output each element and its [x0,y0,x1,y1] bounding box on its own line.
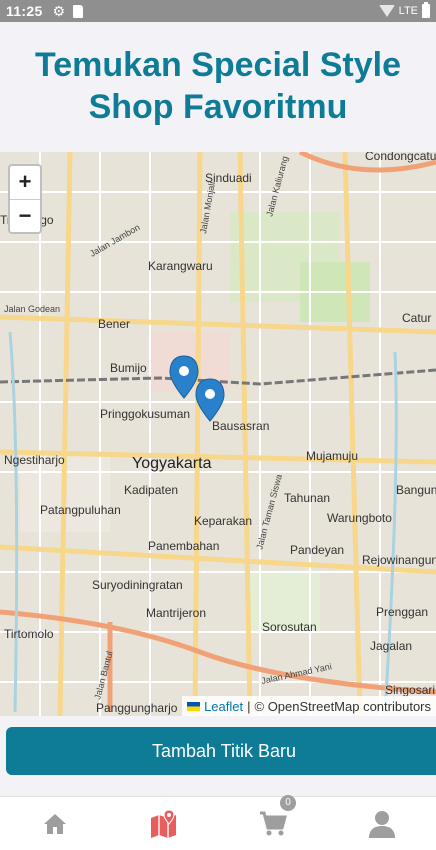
map-label: Bumijo [110,361,147,375]
cart-icon [259,811,287,835]
map-label: Bausasran [212,419,269,433]
settings-icon: ⚙ [52,2,66,19]
map-label: Pandeyan [290,543,344,557]
nav-map[interactable] [109,797,218,850]
map-label-city: Yogyakarta [132,455,212,472]
profile-icon [368,810,395,838]
map-label: Ngestiharjo [4,453,65,467]
map-label: Rejowinangun [362,553,436,567]
nav-home[interactable] [0,797,109,850]
network-type: LTE [398,5,418,17]
battery-icon [422,2,430,18]
zoom-in-button[interactable]: + [10,166,40,199]
map-label: Catur [402,311,431,325]
wifi-icon [378,5,395,17]
map-label: Warungboto [327,511,392,525]
map-label: Patangpuluhan [40,503,121,517]
map-label: Panggungharjo [96,701,178,715]
map-label: Condongcatur [365,152,436,163]
map-label: Mantrijeron [146,606,206,620]
map-label: Bener [98,317,130,331]
map-label: Tirtomolo [4,627,54,641]
map-view[interactable]: Condongcatur Sinduadi Trihanggo Karangwa… [0,152,436,716]
bottom-nav: 0 [0,795,436,850]
map-label: Keparakan [194,514,252,528]
map-label: Prenggan [376,605,428,619]
map-label-road: Jalan Godean [4,304,60,314]
nav-cart[interactable]: 0 [218,795,327,850]
status-bar: 11:25 ⚙ LTE [0,0,436,22]
page-title-line2: Shop Favoritmu [88,88,348,126]
map-attribution: Leaflet | © OpenStreetMap contributors [182,696,436,716]
page-title-line1: Temukan Special Style [35,46,401,84]
map-label: Tahunan [284,491,330,505]
add-point-button[interactable]: Tambah Titik Baru [6,727,436,775]
map-icon [150,809,176,838]
zoom-out-button[interactable]: − [10,198,40,233]
status-time: 11:25 [6,3,43,19]
cart-count-badge: 0 [280,795,296,811]
map-label: Karangwaru [148,259,213,273]
osm-attribution[interactable]: © OpenStreetMap contributors [255,699,432,714]
map-label: Pringgokusuman [100,407,190,421]
leaflet-link[interactable]: Leaflet [204,699,243,714]
nav-profile[interactable] [327,797,436,850]
map-label: Jagalan [370,639,412,653]
home-icon [43,813,66,834]
ukraine-flag-icon [187,701,201,711]
map-label: Suryodiningratan [92,578,183,592]
page-title: Temukan Special Style Shop Favoritmu [0,44,436,128]
zoom-control: + − [8,164,42,234]
map-label: Singosari [385,683,435,697]
map-label: Kadipaten [124,483,178,497]
map-label: Panembahan [148,539,219,553]
map-label: Mujamuju [306,449,358,463]
attribution-separator: | [247,698,251,714]
map-label: Sorosutan [262,620,317,634]
sd-card-icon [73,4,84,18]
map-label: Bangun [396,483,436,497]
